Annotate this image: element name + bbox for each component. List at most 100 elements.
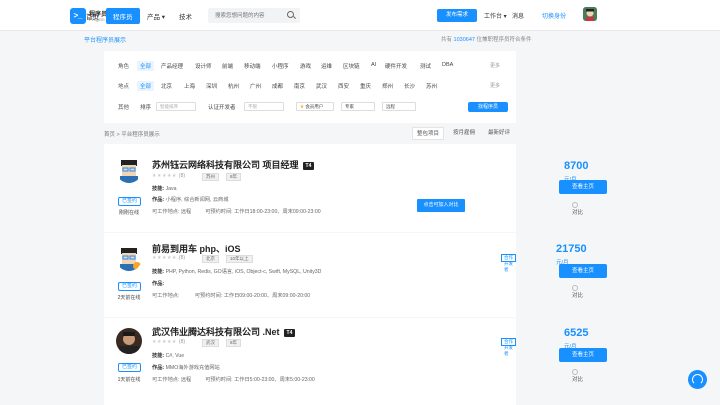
role-blockchain[interactable]: 区块链 xyxy=(343,62,360,70)
works-value: MMO海外游戏充值网站 xyxy=(165,365,220,371)
compare-toggle[interactable]: 对比 xyxy=(572,202,583,216)
avail-label: 可工作地点: xyxy=(152,209,180,215)
breadcrumb[interactable]: 首页 > 平台程序员展示 xyxy=(104,130,160,138)
location-zhengzhou[interactable]: 郑州 xyxy=(382,82,393,90)
role-miniapp[interactable]: 小程序 xyxy=(272,62,289,70)
workspace-link[interactable]: 工作台 ▾ xyxy=(484,11,507,20)
skills-label: 技能: xyxy=(152,269,165,275)
role-game[interactable]: 游戏 xyxy=(300,62,311,70)
works-line: 作品: MMO海外游戏充值网站 xyxy=(152,364,220,371)
sort-select[interactable]: 智能排序 xyxy=(156,102,196,111)
messages-link[interactable]: 消息 xyxy=(512,11,524,20)
developer-card[interactable]: 已签约 刚刚在线 苏州钰云网络科技有限公司 项目经理 T4 ★★★★★ (8) 苏州… xyxy=(104,144,607,232)
location-shanghai[interactable]: 上海 xyxy=(184,82,195,90)
experience-tag: 10年以上 xyxy=(226,255,253,263)
role-mobile[interactable]: 移动端 xyxy=(244,62,261,70)
cert-select[interactable]: 不限 xyxy=(244,102,284,111)
sort-tab-reviews[interactable]: 最新好评 xyxy=(484,127,514,140)
compare-checkbox[interactable] xyxy=(572,202,578,208)
user-avatar[interactable] xyxy=(583,7,597,21)
roles-more[interactable]: 更多 xyxy=(490,62,500,69)
expert-filter[interactable]: 专家 xyxy=(341,102,375,111)
location-nanjing[interactable]: 南京 xyxy=(294,82,305,90)
time-value: 工作日5:00-23:00、周末5:00-23:00 xyxy=(234,377,315,383)
rating-count: (8) xyxy=(178,339,186,345)
time-label: 可预约时间: xyxy=(205,377,233,383)
location-xian[interactable]: 西安 xyxy=(338,82,349,90)
nav-programmers[interactable]: 程序员 xyxy=(106,8,140,24)
developer-title[interactable]: 前易到用车 php、iOS xyxy=(152,242,241,255)
developer-avatar[interactable] xyxy=(116,157,142,183)
developer-avatar[interactable] xyxy=(116,245,142,271)
compare-toggle[interactable]: 对比 xyxy=(572,285,583,299)
skills-label: 技能: xyxy=(152,353,165,359)
rating-stars: ★★★★★ (8) xyxy=(152,173,185,179)
price-value: 8700 xyxy=(564,160,589,172)
nav-products[interactable]: 产品 ▾ xyxy=(147,11,165,21)
works-value: 小程序, 综合新闻网, 云商城 xyxy=(165,197,229,203)
remote-filter[interactable]: 远程 xyxy=(382,102,416,111)
developer-name: 苏州钰云网络科技有限公司 项目经理 xyxy=(152,160,299,170)
compare-checkbox[interactable] xyxy=(572,285,578,291)
role-all[interactable]: 全部 xyxy=(137,61,155,71)
headset-icon[interactable] xyxy=(688,370,707,389)
vip-filter[interactable]: ♛ 会员用户 xyxy=(296,102,334,111)
location-wuhan[interactable]: 武汉 xyxy=(316,82,327,90)
vip-label: 会员用户 xyxy=(305,104,324,109)
page-subtitle: 平台程序员展示 xyxy=(84,38,127,44)
role-product-manager[interactable]: 产品经理 xyxy=(161,62,183,70)
time-label: 可预约时间: xyxy=(194,293,223,299)
logo-icon[interactable]: >_ xyxy=(70,8,86,24)
role-testing[interactable]: 测试 xyxy=(420,62,431,70)
role-hardware[interactable]: 硬件开发 xyxy=(385,62,407,70)
role-frontend[interactable]: 前端 xyxy=(222,62,233,70)
role-ai[interactable]: AI xyxy=(371,62,376,68)
compare-label: 对比 xyxy=(572,210,584,217)
developer-title[interactable]: 苏州钰云网络科技有限公司 项目经理 T4 xyxy=(152,158,315,171)
compare-toggle[interactable]: 对比 xyxy=(572,369,583,383)
online-status: 2天前在线 xyxy=(117,295,141,301)
location-shenzhen[interactable]: 深圳 xyxy=(206,82,217,90)
nav-tech[interactable]: 技术 xyxy=(179,11,192,21)
skills-line: 技能: C#, Vue xyxy=(152,352,184,359)
nav-home[interactable]: 首页 xyxy=(86,11,99,21)
view-profile-button[interactable]: 查看主页 xyxy=(559,180,607,194)
location-beijing[interactable]: 北京 xyxy=(161,82,172,90)
developer-avatar[interactable] xyxy=(116,328,142,354)
view-profile-button[interactable]: 查看主页 xyxy=(559,348,607,362)
experience-tag: 8年 xyxy=(226,339,242,347)
skills-line: 技能: Java xyxy=(152,185,177,192)
location-all[interactable]: 全部 xyxy=(137,81,155,91)
find-programmer-button[interactable]: 找程序员 xyxy=(468,102,508,112)
sort-tab-package[interactable]: 整包项目 xyxy=(412,127,445,140)
locations-more[interactable]: 更多 xyxy=(490,82,500,89)
role-designer[interactable]: 设计师 xyxy=(195,62,212,70)
developer-title[interactable]: 武汉伟业腾达科技有限公司 .Net T4 xyxy=(152,325,296,338)
list-header: 首页 > 平台程序员展示 整包项目 按月雇佣 最新好评 xyxy=(104,127,516,141)
location-changsha[interactable]: 长沙 xyxy=(404,82,415,90)
location-hangzhou[interactable]: 杭州 xyxy=(228,82,239,90)
compare-checkbox[interactable] xyxy=(572,369,578,375)
time-label: 可预约时间: xyxy=(205,209,233,215)
sort-tab-monthly[interactable]: 按月雇佣 xyxy=(449,127,479,140)
view-profile-button[interactable]: 查看主页 xyxy=(559,264,607,278)
skills-line: 技能: PHP, Python, Redis, GO语言, iOS, Objec… xyxy=(152,268,321,275)
switch-identity-link[interactable]: 切换身份 xyxy=(542,11,566,20)
location-guangzhou[interactable]: 广州 xyxy=(250,82,261,90)
skills-value: C#, Vue xyxy=(165,353,185,359)
role-dba[interactable]: DBA xyxy=(442,62,453,68)
level-badge: T4 xyxy=(302,161,315,170)
developer-card[interactable]: 已签约 1天前在线 武汉伟业腾达科技有限公司 .Net T4 ★★★★★ (8) 武… xyxy=(104,318,607,405)
location-chongqing[interactable]: 重庆 xyxy=(360,82,371,90)
location-suzhou[interactable]: 苏州 xyxy=(426,82,437,90)
search-icon[interactable] xyxy=(287,11,294,18)
rating-value: ★★★★★ xyxy=(152,339,177,345)
skills-value: PHP, Python, Redis, GO语言, iOS, Object-c,… xyxy=(165,269,322,275)
developer-card[interactable]: 已签约 2天前在线 前易到用车 php、iOS ★★★★★ (8) 北京 10年以… xyxy=(104,233,607,317)
location-chengdu[interactable]: 成都 xyxy=(272,82,283,90)
signed-badge: 已签约 xyxy=(118,282,142,291)
developer-count: 共有 1030647 位兼职程序员符合条件 xyxy=(441,35,532,43)
post-demand-button[interactable]: 发布需求 xyxy=(437,9,477,22)
role-ops[interactable]: 运维 xyxy=(321,62,332,70)
compare-label: 对比 xyxy=(572,377,584,384)
